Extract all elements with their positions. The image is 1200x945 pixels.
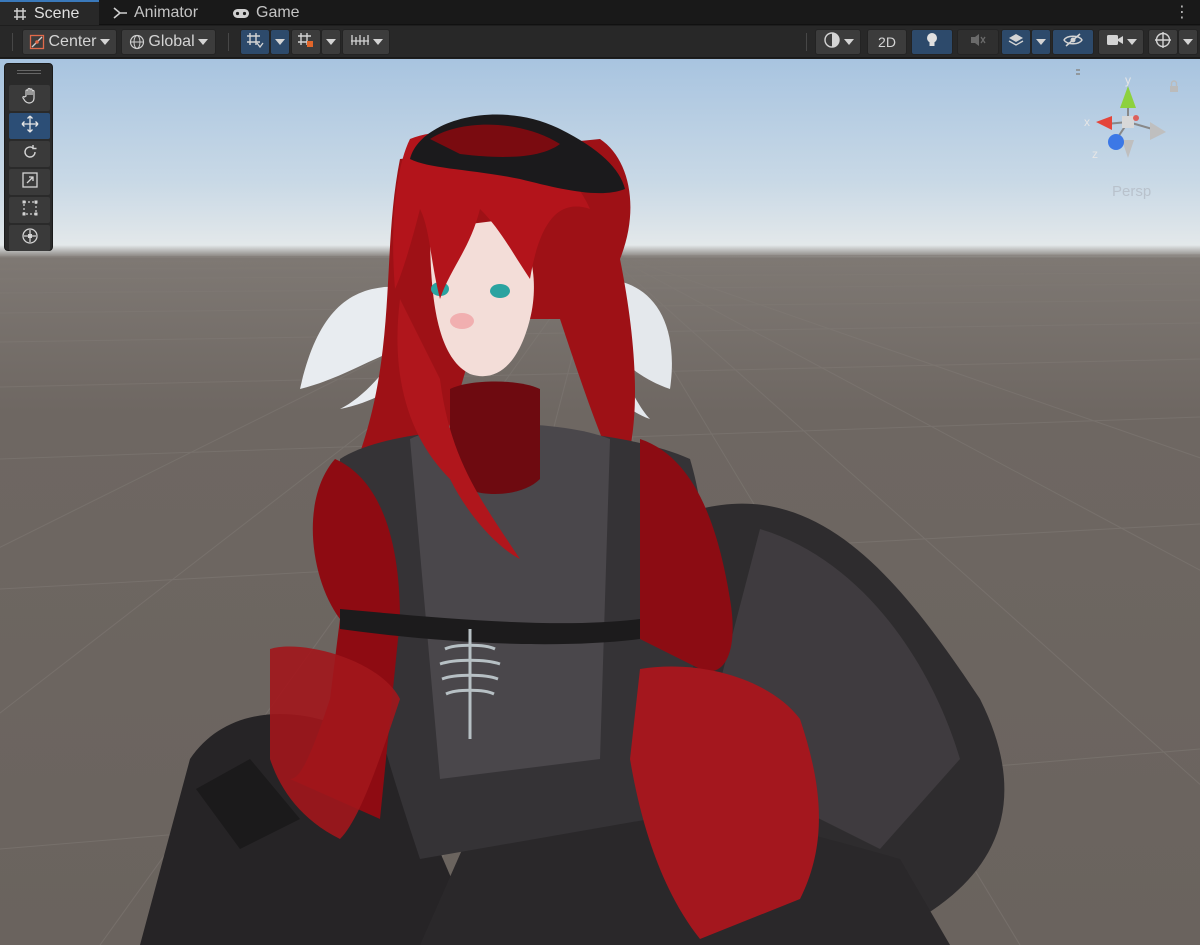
tab-animator[interactable]: Animator <box>112 0 212 25</box>
animator-icon <box>112 5 128 21</box>
gizmo-x-label: x <box>1084 115 1090 129</box>
move-arrows-icon <box>21 115 39 138</box>
model-eye-right <box>490 284 510 298</box>
chevron-down-icon <box>1036 39 1046 45</box>
toolbar-divider <box>806 33 807 51</box>
tab-scene[interactable]: Scene <box>0 0 99 25</box>
camera-icon <box>1106 33 1124 52</box>
scene-visibility-button[interactable] <box>1052 29 1094 55</box>
scene-viewport[interactable] <box>0 59 1200 945</box>
grid-snap-icon <box>246 31 264 54</box>
gamepad-icon <box>232 5 250 21</box>
eye-hidden-icon <box>1063 32 1083 53</box>
pivot-mode-dropdown[interactable]: Center <box>22 29 117 55</box>
rotate-icon <box>21 143 39 166</box>
pivot-center-icon <box>29 34 45 50</box>
increment-snap-button[interactable] <box>342 29 390 55</box>
model-blush <box>450 313 474 329</box>
grid-hash-icon <box>12 6 28 22</box>
scale-tool-button[interactable] <box>9 169 50 195</box>
scene-audio-button[interactable] <box>957 29 999 55</box>
chevron-down-icon <box>326 39 336 45</box>
toggle-2d-label: 2D <box>878 34 896 50</box>
shaded-sphere-icon <box>823 31 841 54</box>
rect-transform-icon <box>21 199 39 222</box>
pivot-rotation-label: Global <box>148 33 195 50</box>
gizmo-neg-x-cone[interactable] <box>1150 122 1166 140</box>
speaker-muted-icon <box>969 32 987 53</box>
projection-label[interactable]: Persp <box>1112 183 1151 200</box>
tab-game-label: Game <box>256 3 300 21</box>
chevron-down-icon <box>275 39 285 45</box>
grid-visibility-options-dropdown[interactable] <box>270 29 290 55</box>
chevron-down-icon <box>197 39 208 45</box>
grid-snapping-options-dropdown[interactable] <box>321 29 341 55</box>
scene-camera-dropdown[interactable] <box>1098 29 1144 55</box>
pivot-mode-label: Center <box>48 33 97 50</box>
character-model[interactable] <box>0 59 1200 945</box>
tab-scene-label: Scene <box>34 4 80 22</box>
grid-visibility-button[interactable] <box>240 29 270 55</box>
toolbar-divider <box>12 33 13 51</box>
gizmo-y-label: y <box>1125 73 1131 87</box>
scene-lighting-button[interactable] <box>911 29 953 55</box>
window-tab-bar: Scene Animator Game ⋮ <box>0 0 1200 25</box>
tab-animator-label: Animator <box>134 3 199 21</box>
toggle-2d-button[interactable]: 2D <box>867 29 907 55</box>
rect-tool-button[interactable] <box>9 197 50 223</box>
gizmos-dropdown[interactable] <box>1178 29 1198 55</box>
gizmos-button[interactable] <box>1148 29 1178 55</box>
gizmo-z-label: z <box>1092 147 1098 161</box>
hand-icon <box>21 87 39 110</box>
scene-tools-overlay <box>4 63 53 251</box>
more-options-icon[interactable]: ⋮ <box>1174 2 1190 22</box>
toolbar-divider <box>228 33 229 51</box>
chevron-down-icon <box>99 39 110 45</box>
scene-toolbar: Center Global 2D <box>0 26 1200 58</box>
layers-effects-icon <box>1007 31 1025 54</box>
scene-effects-button[interactable] <box>1001 29 1031 55</box>
scene-effects-dropdown[interactable] <box>1031 29 1051 55</box>
view-tool-button[interactable] <box>9 85 50 111</box>
gizmo-x-dot <box>1133 115 1139 121</box>
chevron-down-icon <box>372 39 383 45</box>
chevron-down-icon <box>843 39 854 45</box>
globe-icon <box>129 34 145 50</box>
transform-all-icon <box>21 227 39 250</box>
chevron-down-icon <box>1126 39 1137 45</box>
grid-snapping-button[interactable] <box>291 29 321 55</box>
overlay-drag-handle[interactable] <box>17 70 41 74</box>
chevron-down-icon <box>1183 39 1193 45</box>
gizmo-center-cube[interactable] <box>1122 116 1134 128</box>
gizmo-y-axis-cone[interactable] <box>1120 86 1136 108</box>
gizmo-z-axis-cone[interactable] <box>1108 134 1124 150</box>
gizmo-x-axis-cone[interactable] <box>1096 116 1112 130</box>
gizmo-crosshair-icon <box>1154 31 1172 54</box>
lock-icon[interactable] <box>1170 80 1178 92</box>
rotate-tool-button[interactable] <box>9 141 50 167</box>
ruler-snap-icon <box>350 32 370 53</box>
move-tool-button[interactable] <box>9 113 50 139</box>
overlay-menu-icon[interactable] <box>1062 69 1080 75</box>
pivot-rotation-dropdown[interactable]: Global <box>121 29 216 55</box>
draw-mode-dropdown[interactable] <box>815 29 861 55</box>
scale-icon <box>21 171 39 194</box>
transform-tool-button[interactable] <box>9 225 50 251</box>
tab-game[interactable]: Game <box>232 0 312 25</box>
lightbulb-icon <box>924 31 940 54</box>
snap-increment-icon <box>297 31 315 54</box>
